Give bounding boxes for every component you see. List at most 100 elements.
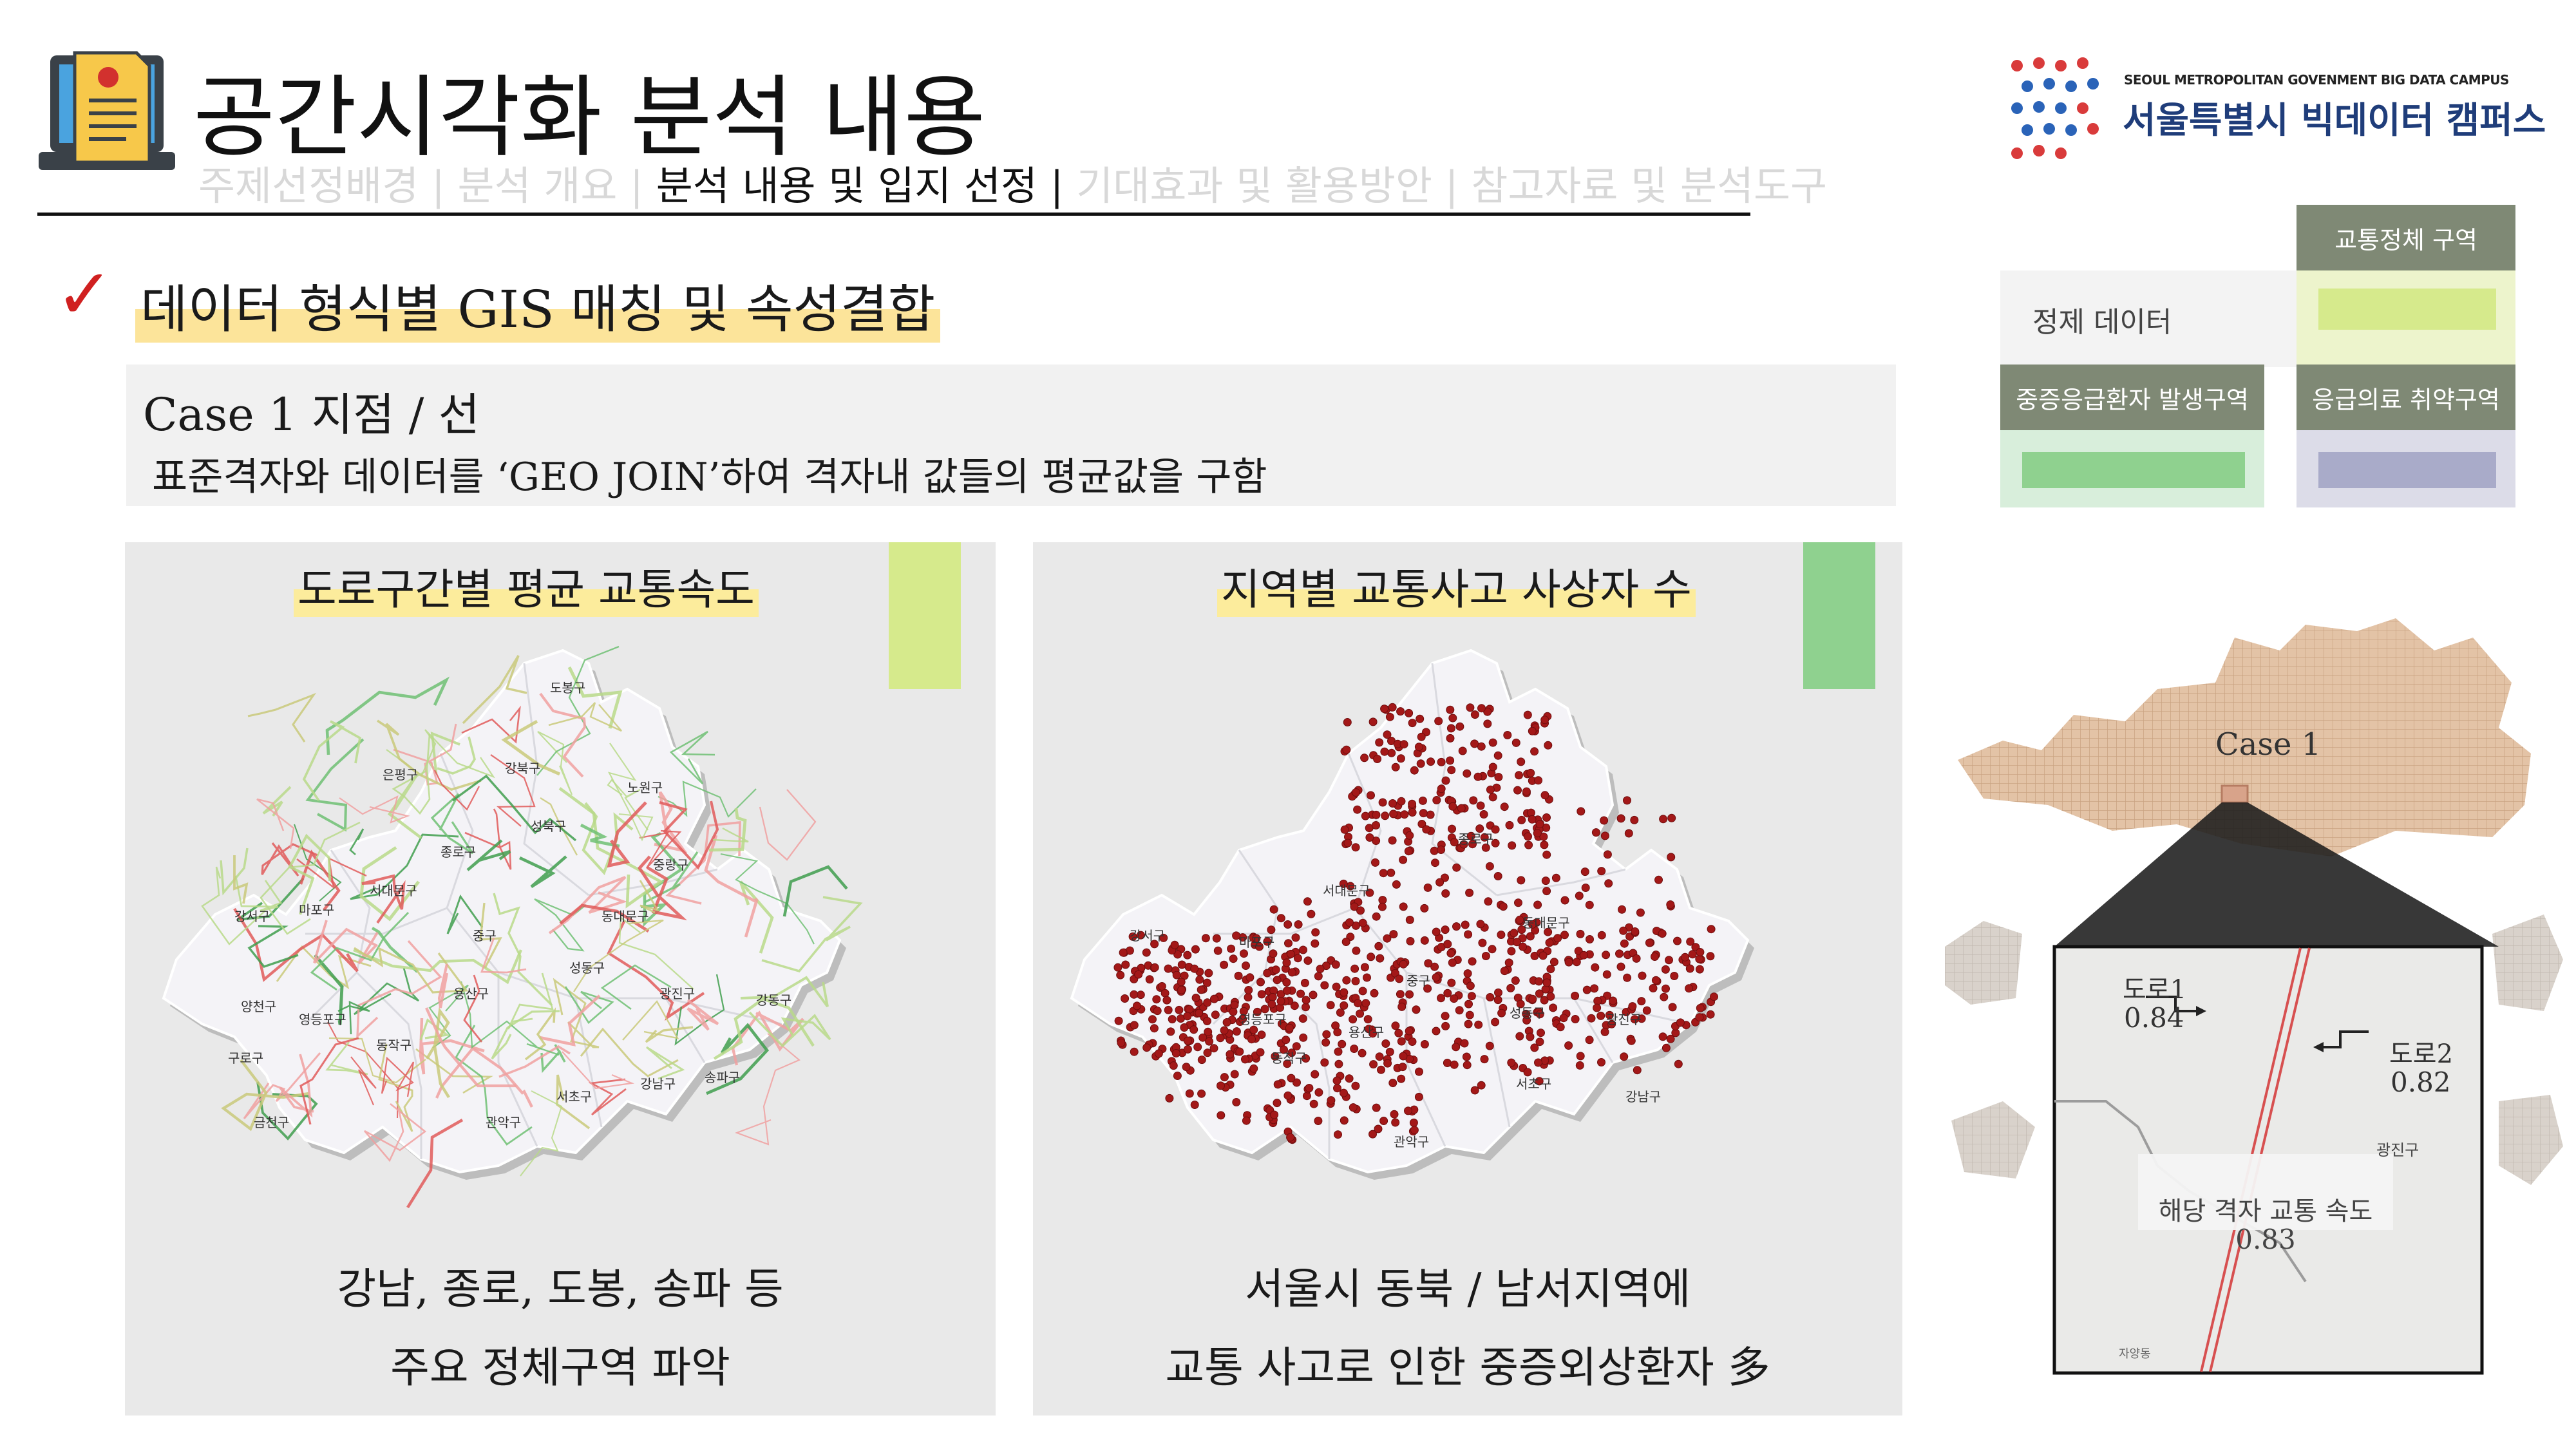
- casualty-dot: [1385, 712, 1394, 721]
- casualty-dot: [1285, 1023, 1294, 1032]
- casualty-dot: [1349, 1103, 1358, 1112]
- casualty-dot: [1467, 992, 1476, 1001]
- casualty-dot: [1559, 1014, 1568, 1023]
- header-divider: [37, 213, 1750, 216]
- nav-item-prev[interactable]: 주제선정배경 | 분석 개요 |: [198, 162, 656, 209]
- casualty-dot: [1470, 710, 1479, 719]
- casualty-dot: [1414, 1092, 1423, 1101]
- casualty-dot: [1539, 951, 1548, 960]
- casualty-dot: [1340, 988, 1349, 997]
- nav-item-current[interactable]: 분석 내용 및 입지 선정: [656, 162, 1037, 209]
- casualty-dot: [1408, 719, 1417, 728]
- casualty-dot: [1535, 989, 1544, 998]
- nav-item-next[interactable]: 기대효과 및 활용방안 | 참고자료 및 분석도구: [1076, 162, 1827, 209]
- casualty-dot: [1511, 738, 1520, 747]
- casualty-dot: [1422, 825, 1431, 834]
- casualty-dot: [1160, 989, 1170, 998]
- casualty-dot: [1294, 920, 1303, 929]
- casualty-dot: [1533, 900, 1542, 909]
- casualty-dot: [1130, 1047, 1139, 1056]
- casualty-dot: [1205, 1037, 1214, 1046]
- casualty-dot: [1500, 802, 1509, 811]
- casualty-dot: [1494, 988, 1502, 997]
- district-label: 동대문구: [1522, 915, 1570, 931]
- casualty-dot: [1485, 1041, 1494, 1050]
- casualty-dot: [1623, 796, 1631, 805]
- casualty-dot: [1296, 989, 1305, 998]
- casualty-dot: [1523, 710, 1532, 719]
- district-label: 종로구: [1458, 831, 1493, 847]
- casualty-dot: [1450, 838, 1459, 847]
- casualty-dot: [1549, 958, 1558, 967]
- casualty-dot: [1420, 936, 1429, 945]
- casualty-dot: [1302, 1003, 1310, 1012]
- casualty-dot: [1372, 1103, 1381, 1112]
- inset-result-label: 해당 격자 교통 속도: [2158, 1197, 2373, 1226]
- casualty-dot: [1528, 815, 1537, 824]
- casualty-dot: [1618, 905, 1626, 914]
- big-data-campus-logo: SEOUL METROPOLITAN GOVENMENT BIG DATA CA…: [2009, 57, 2563, 166]
- casualty-dot: [1632, 954, 1641, 963]
- casualty-dot: [1350, 964, 1359, 973]
- casualty-dot: [1350, 1045, 1359, 1053]
- casualty-dot: [1486, 785, 1495, 794]
- casualty-dot: [1526, 768, 1535, 777]
- panel-caption-casualties-1: 서울시 동북 / 남서지역에: [1244, 1264, 1691, 1314]
- casualty-dot: [1424, 959, 1433, 968]
- casualty-dot: [1462, 1052, 1471, 1061]
- district-label: 영등포구: [1239, 1012, 1287, 1027]
- casualty-dot: [1390, 1110, 1399, 1119]
- casualty-dot: [1645, 938, 1654, 947]
- casualty-dot: [1450, 994, 1459, 1003]
- district-label: 서초구: [1516, 1076, 1551, 1092]
- casualty-dot: [1145, 975, 1154, 984]
- district-label: 서대문구: [370, 883, 417, 898]
- casualty-dot: [1636, 908, 1645, 917]
- casualty-dot: [1404, 847, 1413, 856]
- casualty-dot: [1432, 796, 1441, 804]
- casualty-dot: [1361, 811, 1370, 820]
- casualty-dot: [1417, 732, 1426, 741]
- casualty-dot: [1183, 1045, 1192, 1054]
- casualty-dot: [1405, 915, 1414, 924]
- document-laptop-icon: [36, 49, 178, 184]
- casualty-dot: [1627, 1036, 1636, 1045]
- casualty-dot: [1400, 810, 1409, 819]
- casualty-dot: [1523, 1068, 1532, 1077]
- casualty-dot: [1619, 926, 1628, 935]
- casualty-dot: [1537, 1028, 1545, 1037]
- casualty-dot: [1375, 738, 1384, 747]
- casualty-dot: [1616, 814, 1625, 823]
- casualty-dot: [1311, 928, 1320, 937]
- casualty-dot: [1372, 821, 1380, 829]
- casualty-dot: [1448, 802, 1457, 811]
- casualty-dot: [1303, 897, 1312, 906]
- district-label: 관악구: [1394, 1134, 1429, 1150]
- casualty-dot: [1432, 1027, 1441, 1036]
- district-label: 은평구: [383, 767, 418, 782]
- casualty-dot: [1524, 840, 1533, 849]
- casualty-dot: [1505, 820, 1514, 829]
- casualty-dot: [1681, 952, 1690, 961]
- casualty-dot: [1410, 1126, 1419, 1135]
- casualty-dot: [1291, 933, 1300, 942]
- casualty-dot: [1486, 993, 1495, 1001]
- casualty-dot: [1282, 1036, 1291, 1045]
- casualty-dot: [1305, 1084, 1314, 1092]
- casualty-dot: [1267, 999, 1276, 1009]
- casualty-dot: [1365, 833, 1374, 842]
- casualty-dot: [1191, 945, 1200, 954]
- district-label: 강남구: [1625, 1089, 1661, 1104]
- casualty-dot: [1576, 929, 1585, 938]
- casualty-dot: [1447, 978, 1456, 987]
- casualty-dot: [1484, 897, 1493, 906]
- casualty-dot: [1517, 815, 1526, 824]
- casualty-dot: [1544, 741, 1553, 750]
- casualty-dot: [1302, 996, 1311, 1005]
- casualty-dot: [1396, 754, 1405, 763]
- casualty-dot: [1282, 978, 1291, 987]
- legend-table: 교통정체 구역 정제 데이터 중증응급환자 발생구역 응급의료 취약구역: [2000, 205, 2515, 507]
- casualty-dot: [1399, 1052, 1408, 1061]
- breadcrumb-nav: 주제선정배경 | 분석 개요 | 분석 내용 및 입지 선정 | 기대효과 및 …: [198, 153, 1827, 211]
- logo-korean-text: 서울특별시 빅데이터 캠퍼스: [2123, 100, 2546, 142]
